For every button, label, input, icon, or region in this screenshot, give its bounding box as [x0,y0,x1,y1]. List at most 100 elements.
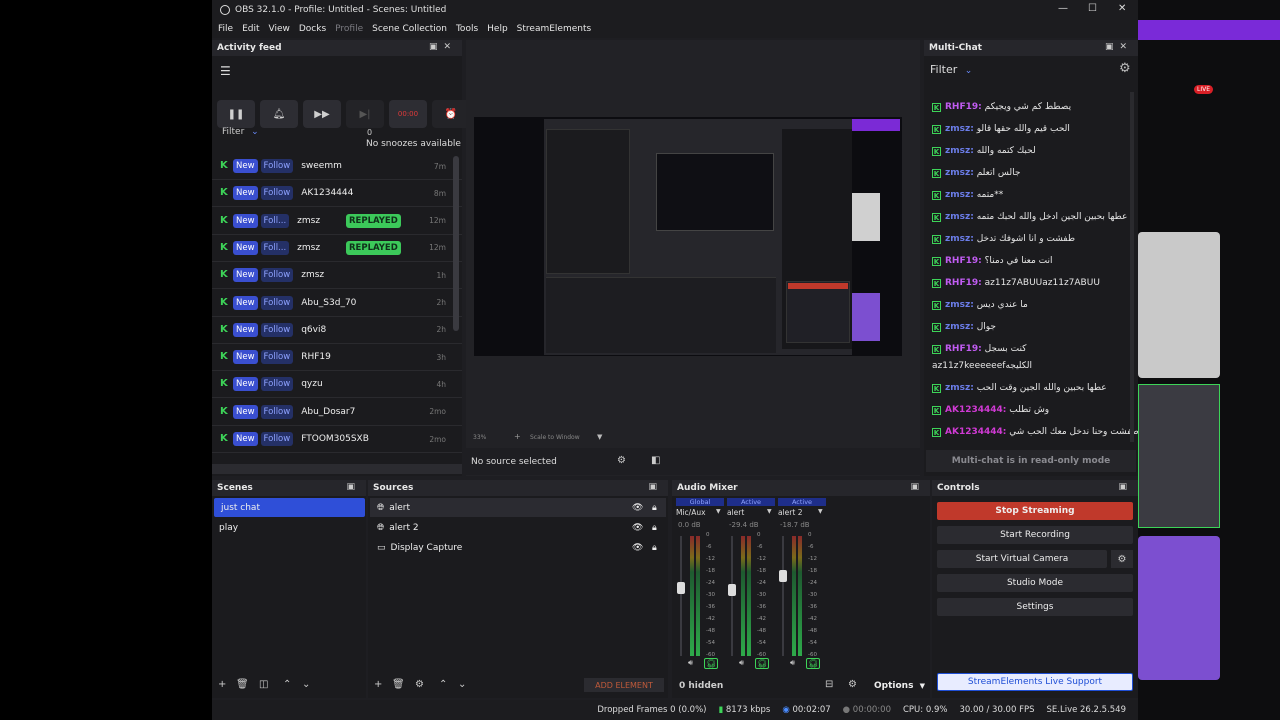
menu-view[interactable]: View [269,24,290,34]
feed-item[interactable]: K New Follow RHF19 3h [212,344,462,372]
remove-scene-icon[interactable]: 🗑︎ [236,679,249,690]
chat-username[interactable]: AK1234444: [945,405,1006,415]
scene-item-play[interactable]: play [212,518,363,537]
feed-item[interactable]: K New Follow Abu_S3d_70 2h [212,290,462,317]
eye-icon[interactable]: 👁︎ [632,503,643,513]
headphones-icon[interactable]: 🎧︎ [806,658,821,669]
chat-username[interactable]: RHF19: [945,102,982,112]
menu-file[interactable]: File [218,24,233,34]
remove-source-icon[interactable]: 🗑︎ [392,679,405,690]
chat-username[interactable]: zmsz: [945,322,974,332]
channel-dropdown-icon[interactable]: ▼ [716,508,721,515]
bell-icon[interactable]: 🔔︎ [260,100,298,128]
speaker-icon[interactable]: 🔊︎ [739,658,744,668]
settings-gear-icon[interactable]: ⚙ [1119,61,1131,76]
menu-scene-collection[interactable]: Scene Collection [372,24,447,34]
timer-button[interactable]: 00:00 [389,100,427,128]
add-element-button[interactable]: ADD ELEMENT [584,678,664,692]
scale-dropdown-icon[interactable]: ▼ [597,433,602,441]
menu-edit[interactable]: Edit [242,24,259,34]
dock-float-close-icons[interactable]: ▣✕ [1105,42,1133,52]
dock-float-icon[interactable]: ▣ [910,482,925,492]
feed-item[interactable]: K New Follow zmsz 1h [212,262,462,290]
chat-username[interactable]: zmsz: [945,234,974,244]
volume-slider-track[interactable] [680,536,682,656]
dock-float-close-icons[interactable]: ▣✕ [429,42,457,52]
feed-horizontal-scrollbar[interactable] [212,464,462,474]
hamburger-menu-icon[interactable]: ☰ [220,64,231,78]
start-virtual-camera-button[interactable]: Start Virtual Camera [937,550,1107,568]
scene-item-just-chat[interactable]: just chat [214,498,365,517]
channel-dropdown-icon[interactable]: ▼ [767,508,772,515]
chat-username[interactable]: zmsz: [945,190,974,200]
headphones-icon[interactable]: 🎧︎ [755,658,770,669]
headphones-icon[interactable]: 🎧︎ [704,658,719,669]
feed-item[interactable]: K New Follow sweemm 7m [212,153,462,180]
source-item-alert[interactable]: 🌐︎ alert 👁︎ 🔒︎ [370,498,666,517]
move-up-icon[interactable]: ⌃ [439,679,447,690]
filters-icon[interactable]: ◧ [651,455,660,466]
feed-item[interactable]: K New Follow Abu_Dosar7 2mo [212,399,462,426]
chat-username[interactable]: zmsz: [945,168,974,178]
chat-filter[interactable]: Filter ⌄ [930,63,972,76]
preview-canvas[interactable] [474,117,902,356]
speaker-icon[interactable]: 🔊︎ [688,658,693,668]
skip-end-button[interactable]: ▶| [346,100,384,128]
se-live-support-button[interactable]: StreamElements Live Support [937,673,1133,691]
menu-docks[interactable]: Docks [299,24,326,34]
menu-profile[interactable]: Profile [335,24,363,34]
zoom-level[interactable]: 33% [473,434,486,441]
skip-button[interactable]: ▶▶ [303,100,341,128]
source-item-display-capture[interactable]: ▭ Display Capture 👁︎ 🔒︎ [370,538,666,557]
volume-slider-handle[interactable] [779,569,787,582]
zoom-in-icon[interactable]: + [514,432,521,441]
chat-username[interactable]: RHF19: [945,278,982,288]
move-down-icon[interactable]: ⌄ [458,679,466,690]
menu-help[interactable]: Help [487,24,508,34]
dock-float-icon[interactable]: ▣ [1118,482,1133,492]
channel-dropdown-icon[interactable]: ▼ [818,508,823,515]
snooze-clock-icon[interactable]: ⏰ [432,100,470,128]
volume-slider-track[interactable] [782,536,784,656]
move-down-icon[interactable]: ⌄ [302,679,310,690]
lock-icon[interactable]: 🔒︎ [652,523,657,533]
dock-float-icon[interactable]: ▣ [346,482,361,492]
lock-icon[interactable]: 🔒︎ [652,543,657,553]
minimize-icon[interactable]: — [1058,3,1068,14]
chat-username[interactable]: AK1234444: [945,427,1006,437]
volume-slider-track[interactable] [731,536,733,656]
scale-mode[interactable]: Scale to Window [530,434,580,441]
settings-button[interactable]: Settings [937,598,1133,616]
gear-icon[interactable]: ⚙ [617,455,626,466]
eye-icon[interactable]: 👁︎ [632,543,643,553]
feed-item[interactable]: K New Foll... zmsz REPLAYED 12m [212,235,462,262]
add-scene-icon[interactable]: + [218,679,226,690]
chat-username[interactable]: RHF19: [945,256,982,266]
eye-icon[interactable]: 👁︎ [632,523,643,533]
feed-item[interactable]: K New Follow q6vi8 2h [212,317,462,344]
chat-username[interactable]: zmsz: [945,212,974,222]
volume-slider-handle[interactable] [728,584,736,596]
options-dropdown[interactable]: Options ▼ [874,681,925,691]
source-item-alert-2[interactable]: 🌐︎ alert 2 👁︎ 🔒︎ [370,518,666,537]
feed-filter[interactable]: Filter ⌄ [222,127,259,137]
chat-username[interactable]: zmsz: [945,300,974,310]
feed-item[interactable]: K New Foll... zmsz REPLAYED 12m [212,208,462,235]
scene-filter-icon[interactable]: ◫ [259,679,268,690]
feed-item[interactable]: K New Follow FTOOM305SXB 2mo [212,426,462,453]
chat-username[interactable]: zmsz: [945,146,974,156]
volume-slider-handle[interactable] [677,581,685,594]
chat-username[interactable]: zmsz: [945,383,974,393]
stop-streaming-button[interactable]: Stop Streaming [937,502,1133,520]
pause-button[interactable]: ❚❚ [217,100,255,128]
virtual-camera-settings-icon[interactable]: ⚙ [1111,550,1133,568]
maximize-icon[interactable]: ☐ [1088,3,1097,14]
mixer-settings-icon[interactable]: ⚙ [848,679,857,690]
add-source-icon[interactable]: + [374,679,382,690]
close-icon[interactable]: ✕ [1118,3,1126,14]
lock-icon[interactable]: 🔒︎ [652,503,657,513]
menu-streamelements[interactable]: StreamElements [517,24,592,34]
move-up-icon[interactable]: ⌃ [283,679,291,690]
start-recording-button[interactable]: Start Recording [937,526,1133,544]
feed-item[interactable]: K New Follow qyzu 4h [212,371,462,399]
